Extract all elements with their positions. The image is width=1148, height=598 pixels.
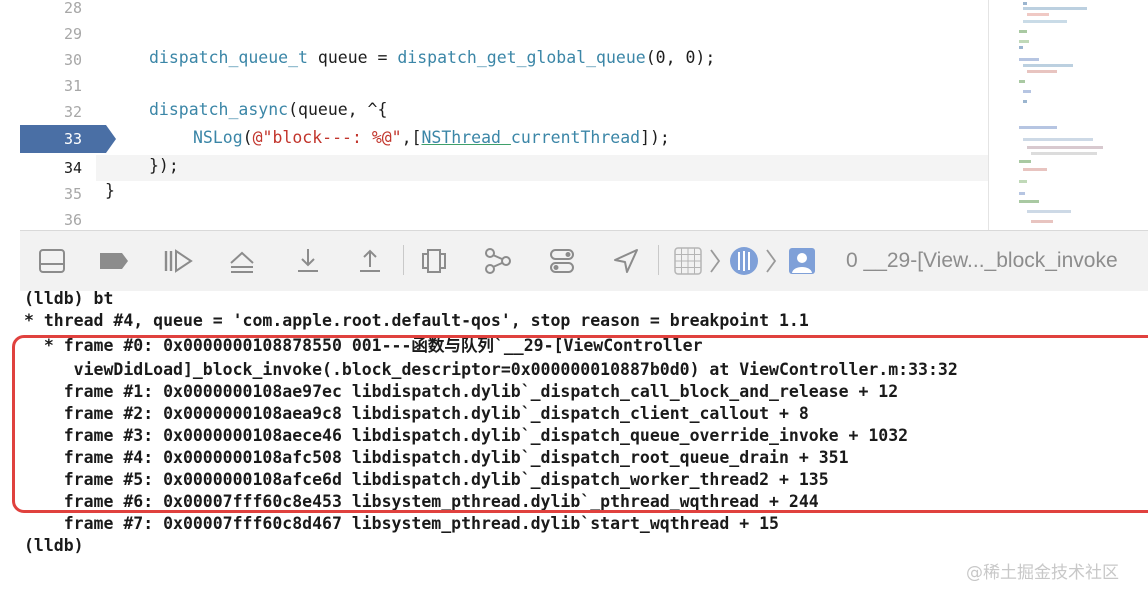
breakpoint-line-number: 33	[63, 130, 82, 148]
code-text: ,[	[401, 128, 422, 147]
code-editor[interactable]: 28 29 30 31 32 33 34 35 36 dispatch_queu…	[0, 0, 988, 230]
line-number: 32	[63, 103, 82, 121]
code-text: (queue, ^{	[288, 100, 388, 119]
line-number: 30	[63, 51, 82, 69]
location-icon[interactable]	[610, 245, 642, 277]
console-line: (lldb) bt	[24, 289, 114, 308]
line-number: 34	[63, 159, 82, 177]
code-line-30[interactable]: dispatch_queue_t queue = dispatch_get_gl…	[149, 47, 715, 69]
minimap[interactable]	[988, 0, 1148, 230]
code-text: (0, 0);	[645, 48, 716, 67]
function-token: dispatch_async	[149, 100, 289, 119]
line-number: 29	[63, 25, 82, 43]
stack-frame-breadcrumb[interactable]: 0 __29-[View..._block_invoke	[846, 247, 1118, 275]
process-grid-icon[interactable]	[672, 245, 704, 277]
user-frame-icon[interactable]	[786, 245, 818, 277]
string-token: @"block---: %@"	[252, 128, 402, 147]
function-token: currentThread	[510, 128, 641, 147]
thread-icon[interactable]	[728, 245, 760, 277]
class-token: NSThread	[421, 128, 501, 147]
code-line-32[interactable]: dispatch_async(queue, ^{	[149, 99, 387, 121]
toggle-console-icon[interactable]	[36, 245, 68, 277]
console-line: * thread #4, queue = 'com.apple.root.def…	[24, 311, 809, 330]
toolbar-divider	[403, 245, 404, 275]
console-prompt: (lldb)	[24, 536, 84, 555]
type-token: dispatch_queue_t	[149, 48, 308, 67]
code-text: ]);	[640, 128, 670, 147]
code-line-34[interactable]: });	[149, 155, 179, 177]
line-number: 35	[63, 185, 82, 203]
line-number: 36	[63, 211, 82, 229]
debug-toolbar: 0 __29-[View..._block_invoke	[20, 230, 1148, 292]
console-line: frame #7: 0x00007fff60c8d467 libsystem_p…	[24, 514, 779, 533]
step-into-icon[interactable]	[292, 245, 324, 277]
line-number-gutter[interactable]: 28 29 30 31 32 33 34 35 36	[20, 0, 116, 230]
memory-graph-icon[interactable]	[482, 245, 514, 277]
breakpoint-tag-icon[interactable]	[98, 245, 130, 277]
current-line-highlight	[96, 155, 988, 181]
code-text: queue =	[307, 48, 398, 67]
toolbar-divider	[658, 245, 659, 275]
code-text: (	[242, 128, 253, 147]
continue-icon[interactable]	[162, 245, 194, 277]
highlight-box	[12, 335, 1148, 513]
function-token: dispatch_get_global_queue	[397, 48, 646, 67]
code-line-35[interactable]: }	[105, 180, 115, 202]
environment-overrides-icon[interactable]	[546, 245, 578, 277]
view-hierarchy-icon[interactable]	[418, 245, 450, 277]
chevron-right-icon	[704, 245, 726, 277]
chevron-right-icon	[760, 245, 782, 277]
code-line-33[interactable]: NSLog(@"block---: %@",[NSThread currentT…	[193, 127, 670, 149]
step-over-icon[interactable]	[226, 245, 258, 277]
step-out-icon[interactable]	[354, 245, 386, 277]
watermark: @稀土掘金技术社区	[966, 563, 1119, 583]
function-token: NSLog	[193, 128, 243, 147]
line-number: 28	[63, 0, 82, 17]
line-number: 31	[63, 77, 82, 95]
